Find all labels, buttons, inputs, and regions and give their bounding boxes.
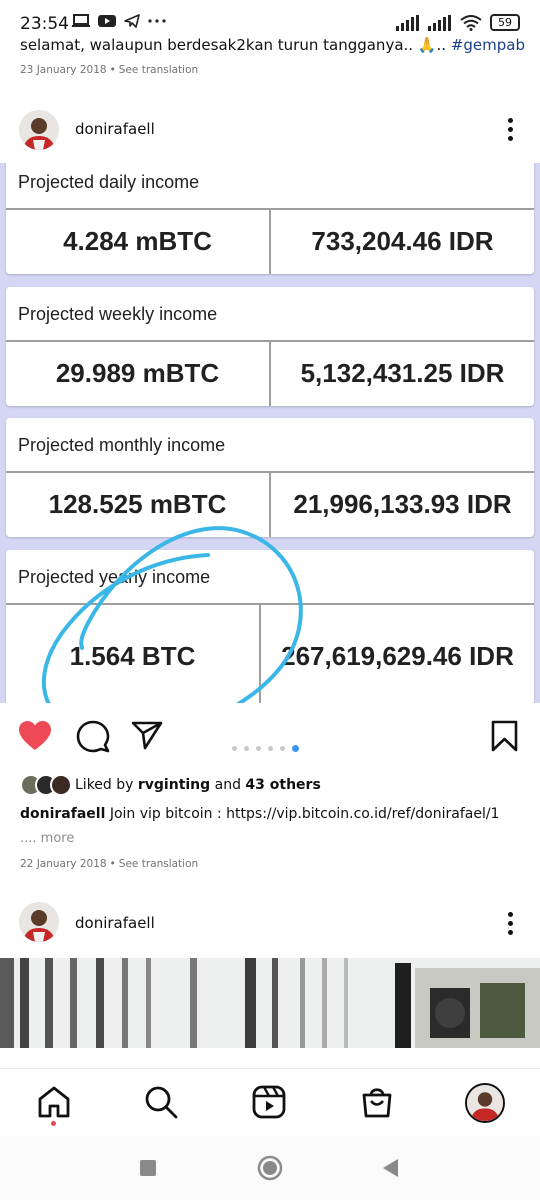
- caption-username[interactable]: donirafaell: [20, 806, 105, 822]
- signal-icon: [396, 14, 419, 31]
- idr-value: 21,996,133.93 IDR: [269, 473, 534, 537]
- income-card-daily: Projected daily income 4.284 mBTC 733,204…: [6, 163, 534, 274]
- liker-avatars: [20, 774, 72, 796]
- liker-username[interactable]: rvginting: [138, 777, 210, 793]
- recents-button[interactable]: [138, 1158, 158, 1178]
- more-dots-icon: [148, 19, 166, 23]
- and-label: and: [214, 777, 241, 793]
- post-header: donirafaell: [0, 100, 540, 160]
- income-card-weekly: Projected weekly income 29.989 mBTC 5,132…: [6, 287, 534, 406]
- card-title: Projected weekly income: [6, 287, 534, 342]
- post-caption[interactable]: donirafaell Join vip bitcoin : https://v…: [20, 806, 525, 822]
- card-title: Projected daily income: [6, 163, 534, 210]
- search-icon[interactable]: [144, 1085, 178, 1119]
- see-translation-link[interactable]: See translation: [119, 858, 198, 870]
- profile-avatar[interactable]: [465, 1083, 505, 1123]
- post-date-line: 22 January 2018 • See translation: [20, 858, 199, 870]
- heart-icon[interactable]: [18, 720, 52, 752]
- post-options-icon[interactable]: [508, 118, 514, 141]
- home-button[interactable]: [257, 1155, 283, 1181]
- avatar[interactable]: [19, 902, 59, 942]
- post-date: 23 January 2018: [20, 64, 107, 76]
- caption-text: Join vip bitcoin : https://vip.bitcoin.c…: [109, 806, 500, 822]
- bookmark-icon[interactable]: [491, 720, 518, 752]
- card-title: Projected monthly income: [6, 418, 534, 473]
- share-icon[interactable]: [131, 720, 163, 750]
- bottom-navigation: [0, 1068, 540, 1136]
- back-button[interactable]: [380, 1157, 400, 1179]
- idr-value: 733,204.46 IDR: [269, 210, 534, 274]
- see-translation-link[interactable]: See translation: [119, 64, 198, 76]
- idr-value: 5,132,431.25 IDR: [269, 342, 534, 406]
- caption-more-link[interactable]: .... more: [20, 831, 74, 846]
- signal-icon: [428, 14, 451, 31]
- status-notification-icons: [72, 14, 166, 28]
- status-bar: 23:54 59: [0, 0, 540, 36]
- status-system-icons: 59: [396, 14, 520, 31]
- avatar[interactable]: [19, 110, 59, 150]
- active-tab-indicator: [51, 1121, 56, 1126]
- battery-indicator: 59: [490, 14, 520, 31]
- hashtag-link[interactable]: #gempabumi: [451, 36, 525, 54]
- others-link[interactable]: 43 others: [245, 777, 320, 793]
- laptop-icon: [72, 14, 90, 27]
- youtube-icon: [98, 15, 116, 27]
- comment-icon[interactable]: [76, 720, 110, 754]
- post-action-bar: [0, 712, 540, 762]
- system-navigation-bar: [0, 1136, 540, 1200]
- btc-value: 4.284 mBTC: [63, 226, 212, 257]
- post-image[interactable]: Projected daily income 4.284 mBTC 733,204…: [0, 163, 540, 703]
- next-post-header: donirafaell: [0, 894, 540, 954]
- wifi-icon: [460, 14, 482, 31]
- btc-value: 29.989 mBTC: [55, 358, 220, 389]
- card-title: Projected yearly income: [6, 550, 534, 605]
- post-date: 22 January 2018: [20, 858, 107, 870]
- carousel-indicator: [232, 745, 299, 752]
- post-options-icon[interactable]: [508, 912, 514, 935]
- likes-summary[interactable]: Liked by rvginting and 43 others: [20, 773, 321, 797]
- previous-post-caption[interactable]: selamat, walaupun berdesak2kan turun tan…: [20, 36, 525, 54]
- post-username[interactable]: donirafaell: [75, 120, 155, 138]
- btc-value: 128.525 mBTC: [48, 489, 227, 520]
- previous-post-caption-text: selamat, walaupun berdesak2kan turun tan…: [20, 36, 447, 54]
- btc-value: 1.564 BTC: [69, 640, 196, 671]
- status-time: 23:54: [20, 14, 69, 34]
- next-post-image[interactable]: [0, 958, 540, 1048]
- telegram-icon: [124, 14, 140, 28]
- liked-by-label: Liked by: [75, 777, 134, 793]
- next-post-username[interactable]: donirafaell: [75, 914, 155, 932]
- previous-post-date: 23 January 2018 • See translation: [20, 64, 199, 76]
- reels-icon[interactable]: [252, 1085, 286, 1119]
- income-card-monthly: Projected monthly income 128.525 mBTC 21,…: [6, 418, 534, 537]
- shop-icon[interactable]: [361, 1085, 393, 1119]
- home-icon[interactable]: [37, 1085, 71, 1119]
- idr-value: 267,619,629.46 IDR: [259, 605, 534, 703]
- income-card-yearly: Projected yearly income 1.564 BTC 267,619…: [6, 550, 534, 703]
